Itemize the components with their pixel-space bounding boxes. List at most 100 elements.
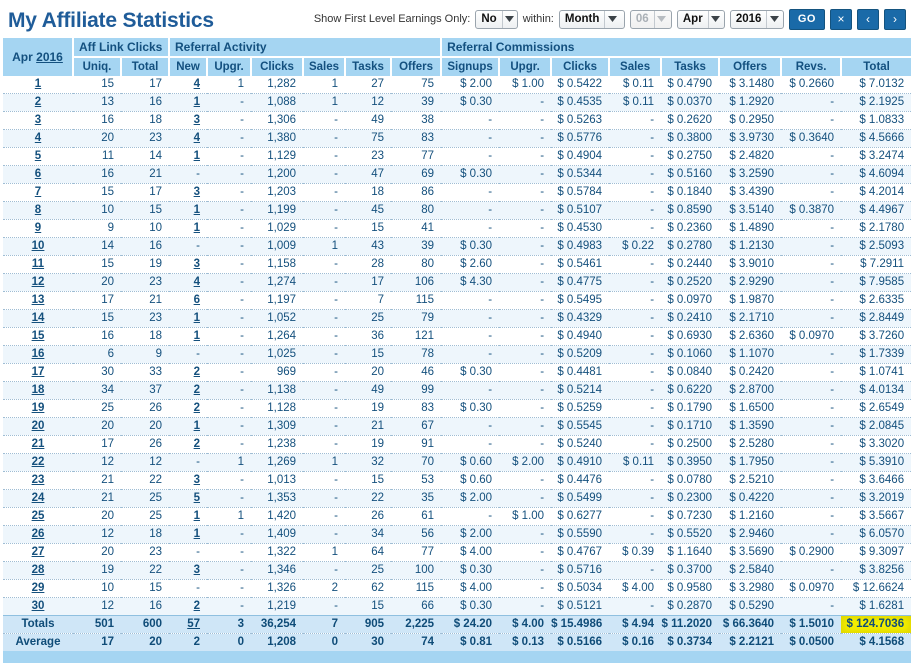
new-referrals-link[interactable]: 3 — [194, 186, 200, 198]
col-com-offers[interactable]: Offers — [719, 56, 783, 76]
new-referrals-link[interactable]: 3 — [194, 474, 200, 486]
new-referrals-link[interactable]: 2 — [194, 402, 200, 414]
new-referrals-link[interactable]: 3 — [194, 258, 200, 270]
month-select[interactable]: Apr — [676, 9, 725, 29]
new-referrals-link[interactable]: 1 — [194, 204, 200, 216]
day-link[interactable]: 28 — [32, 564, 45, 576]
col-act-sales[interactable]: Sales — [303, 56, 347, 76]
new-referrals-link[interactable]: 2 — [194, 384, 200, 396]
new-referrals-link[interactable]: 1 — [194, 312, 200, 324]
day-link[interactable]: 29 — [32, 582, 45, 594]
col-aff-total[interactable]: Total — [121, 56, 171, 76]
new-referrals-link[interactable]: 2 — [194, 438, 200, 450]
new-referrals-link[interactable]: 1 — [194, 96, 200, 108]
cell-offers: 39 — [391, 237, 442, 256]
cell-offers: 80 — [391, 255, 442, 274]
day-link[interactable]: 24 — [32, 492, 45, 504]
col-com-tasks[interactable]: Tasks — [661, 56, 721, 76]
col-act-clicks[interactable]: Clicks — [251, 56, 305, 76]
day-link[interactable]: 4 — [35, 132, 41, 144]
new-referrals-link[interactable]: 6 — [194, 294, 200, 306]
new-referrals-link[interactable]: 2 — [194, 600, 200, 612]
avg-label: Average — [3, 633, 73, 651]
day-link[interactable]: 9 — [35, 222, 41, 234]
col-com-clicks[interactable]: Clicks — [551, 56, 611, 76]
cell-total: $ 3.5667 — [841, 507, 912, 526]
new-referrals-link[interactable]: 1 — [194, 150, 200, 162]
col-com-signups[interactable]: Signups — [441, 56, 501, 76]
day-link[interactable]: 19 — [32, 402, 45, 414]
day-link[interactable]: 7 — [35, 186, 41, 198]
cell-total: $ 1.0741 — [841, 363, 912, 382]
previous-period-button[interactable]: ‹ — [857, 8, 879, 30]
day-link[interactable]: 26 — [32, 528, 45, 540]
new-referrals-link[interactable]: 3 — [194, 114, 200, 126]
col-aff-uniq[interactable]: Uniq. — [73, 56, 122, 76]
col-com-sales[interactable]: Sales — [609, 56, 663, 76]
cell-signups: $ 0.60 — [441, 453, 500, 472]
day-link[interactable]: 2 — [35, 96, 41, 108]
year-select[interactable]: 2016 — [729, 9, 784, 29]
new-referrals-link[interactable]: 1 — [194, 222, 200, 234]
cell-offers: $ 1.6500 — [719, 399, 782, 418]
col-act-upgr[interactable]: Upgr. — [207, 56, 253, 76]
next-period-button[interactable]: › — [884, 8, 906, 30]
day-link[interactable]: 11 — [32, 258, 44, 270]
day-link[interactable]: 17 — [32, 366, 45, 378]
day-link[interactable]: 25 — [32, 510, 45, 522]
cell-new: 2 — [169, 597, 208, 616]
day-link[interactable]: 5 — [35, 150, 41, 162]
day-link[interactable]: 13 — [32, 294, 45, 306]
new-referrals-link[interactable]: 1 — [194, 510, 200, 522]
day-link[interactable]: 18 — [32, 384, 45, 396]
new-referrals-link[interactable]: 1 — [194, 528, 200, 540]
statistics-table-container: Apr 2016 Aff Link Clicks Referral Activi… — [0, 38, 914, 651]
day-link[interactable]: 12 — [32, 276, 45, 288]
cell-offers: $ 3.9010 — [719, 255, 782, 274]
new-referrals-link[interactable]: 1 — [194, 420, 200, 432]
cell-clicks: 1,269 — [251, 453, 304, 472]
cell-tasks: $ 0.5520 — [661, 525, 720, 544]
cell-revs: - — [781, 309, 842, 328]
day-link[interactable]: 8 — [35, 204, 41, 216]
cell-tasks: $ 0.0780 — [661, 471, 720, 490]
cell-clicks: $ 0.4530 — [551, 219, 610, 238]
day-link[interactable]: 23 — [32, 474, 45, 486]
new-referrals-link[interactable]: 3 — [194, 564, 200, 576]
period-select[interactable]: Month — [558, 9, 625, 29]
day-link[interactable]: 6 — [35, 168, 41, 180]
cell-total: 21 — [121, 165, 170, 184]
new-referrals-link[interactable]: 5 — [194, 492, 200, 504]
corner-year-link[interactable]: 2016 — [36, 50, 63, 64]
day-link[interactable]: 10 — [32, 240, 45, 252]
col-com-upgr[interactable]: Upgr. — [499, 56, 553, 76]
day-link[interactable]: 22 — [32, 456, 45, 468]
go-button[interactable]: GO — [788, 8, 825, 30]
day-link[interactable]: 14 — [32, 312, 45, 324]
day-link[interactable]: 1 — [35, 78, 41, 90]
col-com-revs[interactable]: Revs. — [781, 56, 843, 76]
day-link[interactable]: 27 — [32, 546, 45, 558]
cell-offers: $ 3.4390 — [719, 183, 782, 202]
new-referrals-link[interactable]: 1 — [194, 330, 200, 342]
day-link[interactable]: 15 — [32, 330, 45, 342]
col-act-offers[interactable]: Offers — [391, 56, 443, 76]
col-act-tasks[interactable]: Tasks — [345, 56, 393, 76]
col-com-total[interactable]: Total — [841, 56, 912, 76]
col-act-new[interactable]: New — [169, 56, 209, 76]
day-link[interactable]: 30 — [32, 600, 45, 612]
month-value: Apr — [682, 12, 703, 25]
day-link[interactable]: 20 — [32, 420, 45, 432]
new-referrals-link[interactable]: 4 — [194, 276, 200, 288]
day-select[interactable]: 06 — [629, 9, 672, 29]
day-link[interactable]: 16 — [32, 348, 45, 360]
new-referrals-link[interactable]: 2 — [194, 366, 200, 378]
cell-total: 9 — [121, 345, 170, 364]
clear-button[interactable]: × — [830, 8, 852, 30]
day-link[interactable]: 3 — [35, 114, 41, 126]
new-referrals-link[interactable]: 4 — [194, 78, 200, 90]
cell-offers: $ 2.9460 — [719, 525, 782, 544]
day-link[interactable]: 21 — [32, 438, 45, 450]
show-first-level-select[interactable]: No — [475, 9, 518, 29]
new-referrals-link[interactable]: 4 — [194, 132, 200, 144]
